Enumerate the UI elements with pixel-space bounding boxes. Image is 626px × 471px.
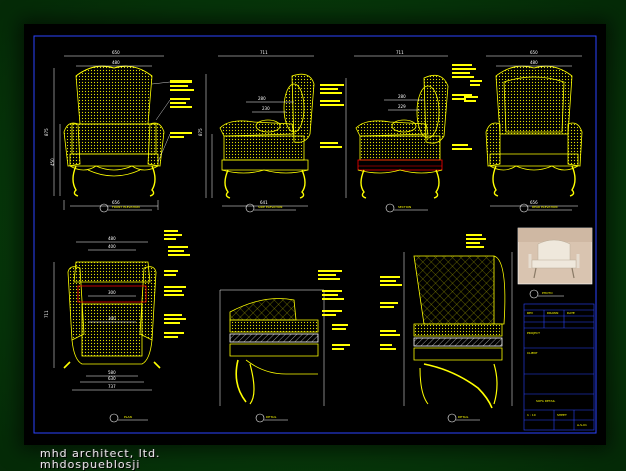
- title-front-elevation: FRONT ELEVATION: [112, 205, 140, 209]
- dim-plan-top: 480: [108, 236, 116, 241]
- reference-photo: [517, 227, 593, 285]
- plan-view: [63, 261, 161, 369]
- plan-title: PLAN: [109, 413, 148, 423]
- tb-drawn: DRAWN: [547, 311, 558, 315]
- dim-front-inner: 480: [112, 60, 120, 65]
- tb-client: CLIENT: [527, 351, 538, 355]
- dim-rear-inner: 480: [530, 60, 538, 65]
- title-block: [523, 303, 595, 431]
- dim-section-width: 711: [396, 50, 404, 55]
- rear-notes: [464, 80, 482, 102]
- dim-section-h2: 229: [398, 104, 406, 109]
- side-notes: [320, 84, 344, 148]
- side-title: SIDE ELEVATION: [245, 203, 296, 213]
- dim-rear-width: 650: [530, 50, 538, 55]
- dim-front-width: 650: [112, 50, 120, 55]
- section-title: SECTION: [385, 203, 428, 213]
- section-notes: [452, 64, 476, 150]
- dim-front-height: 875: [44, 128, 49, 136]
- tb-date: DATE: [567, 311, 575, 315]
- detail-1-notes: [318, 270, 350, 350]
- title-rear-elevation: REAR ELEVATION: [532, 205, 558, 209]
- dim-plan-inner: 400: [108, 244, 116, 249]
- detail-2-title: DETAIL: [447, 413, 480, 423]
- front-notes: [170, 80, 194, 138]
- rear-elevation: [485, 65, 583, 197]
- plan-notes: [164, 230, 190, 338]
- photo-title: PHOTO: [529, 289, 564, 299]
- dim-side-arm: 280: [258, 96, 266, 101]
- side-elevation: [219, 73, 315, 199]
- tb-drawing-title: SOFA DETAIL: [536, 399, 555, 403]
- watermark-line-2: mhdospueblosji: [40, 458, 141, 471]
- dim-section-h1: 280: [398, 94, 406, 99]
- dim-front-seat: 450: [50, 158, 55, 166]
- tb-scale: 1 : 10: [527, 413, 536, 417]
- tb-sheet: SHEET: [557, 413, 567, 417]
- drawing-sheet: 650 480 875 450 656 FRONT ELEVATION 711 …: [24, 24, 606, 445]
- dim-plan-mid2: 300: [108, 316, 116, 321]
- title-plan: PLAN: [124, 415, 132, 419]
- front-elevation: [63, 65, 165, 197]
- title-photo: PHOTO: [542, 291, 553, 295]
- dim-plan-b3: 737: [108, 384, 116, 389]
- front-title: FRONT ELEVATION: [99, 203, 152, 213]
- dim-plan-depth: 711: [44, 310, 49, 318]
- detail-2: [413, 255, 506, 409]
- dim-side-width: 711: [260, 50, 268, 55]
- title-section: SECTION: [398, 205, 411, 209]
- cad-drawing: 650 480 875 450 656 FRONT ELEVATION 711 …: [33, 35, 597, 434]
- detail-1-title: DETAIL: [255, 413, 288, 423]
- detail-1: [229, 298, 319, 405]
- title-detail-1: DETAIL: [266, 415, 277, 419]
- title-side-elevation: SIDE ELEVATION: [258, 205, 282, 209]
- tb-project: PROJECT: [527, 331, 540, 335]
- title-detail-2: DETAIL: [458, 415, 469, 419]
- tb-rev: REV: [527, 311, 534, 315]
- tb-number: A-S-01: [577, 423, 587, 427]
- dim-side-height: 875: [198, 128, 203, 136]
- dim-plan-b1: 580: [108, 370, 116, 375]
- dim-side-back: 230: [262, 106, 270, 111]
- dim-plan-mid: 300: [108, 290, 116, 295]
- dim-plan-b2: 630: [108, 376, 116, 381]
- rear-title: REAR ELEVATION: [519, 203, 572, 213]
